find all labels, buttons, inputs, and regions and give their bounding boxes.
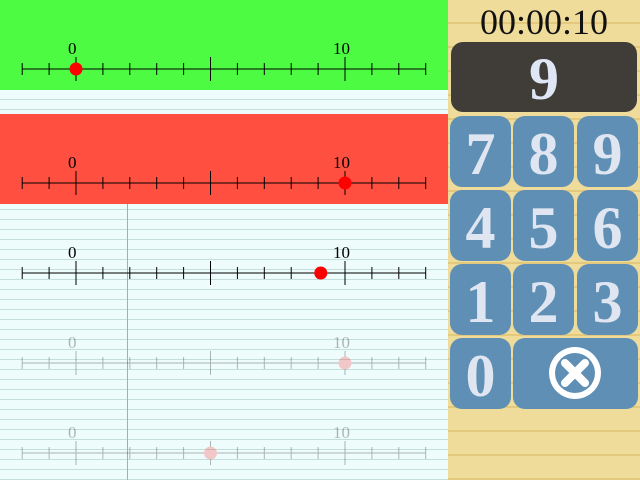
number-line-band-4: 0 10	[0, 294, 448, 384]
key-1[interactable]: 1	[450, 264, 511, 335]
key-8[interactable]: 8	[513, 116, 574, 187]
number-line-band-5: 0 10	[0, 384, 448, 474]
label-end: 10	[333, 333, 350, 352]
label-end: 10	[333, 39, 350, 58]
label-start: 0	[68, 39, 77, 58]
marker-dot	[338, 176, 352, 190]
number-line-band-3: 0 10	[0, 204, 448, 294]
key-6[interactable]: 6	[577, 190, 638, 261]
number-line: 0 10	[21, 153, 427, 195]
number-line: 0 10	[21, 39, 427, 81]
marker-dot	[314, 266, 328, 280]
marker-dot	[338, 356, 352, 370]
number-line-band-2: 0 10	[0, 114, 448, 204]
label-start: 0	[68, 423, 77, 442]
key-5[interactable]: 5	[513, 190, 574, 261]
number-line-area: 0 10 0 10 0 10 0 10 0 10	[0, 0, 448, 480]
marker-dot	[69, 62, 83, 76]
key-0[interactable]: 0	[450, 338, 511, 409]
label-end: 10	[333, 243, 350, 262]
marker-dot	[204, 446, 217, 460]
number-line: 0 10	[21, 333, 427, 375]
key-3[interactable]: 3	[577, 264, 638, 335]
timer: 00:00:10	[479, 2, 608, 42]
key-4[interactable]: 4	[450, 190, 511, 261]
clear-button[interactable]	[513, 338, 638, 409]
label-start: 0	[68, 153, 77, 172]
answer-display: 9	[451, 42, 637, 112]
label-start: 0	[68, 243, 77, 262]
key-2[interactable]: 2	[513, 264, 574, 335]
keypad-panel: 00:00:10 9 7 8 9 4 5 6 1 2 3 0	[448, 0, 640, 480]
key-9[interactable]: 9	[577, 116, 638, 187]
number-line: 0 10	[21, 423, 427, 465]
close-circle-icon	[549, 347, 601, 399]
number-line: 0 10	[21, 243, 427, 285]
key-7[interactable]: 7	[450, 116, 511, 187]
label-end: 10	[333, 153, 350, 172]
label-end: 10	[333, 423, 350, 442]
number-line-band-1: 0 10	[0, 0, 448, 90]
label-start: 0	[68, 333, 77, 352]
